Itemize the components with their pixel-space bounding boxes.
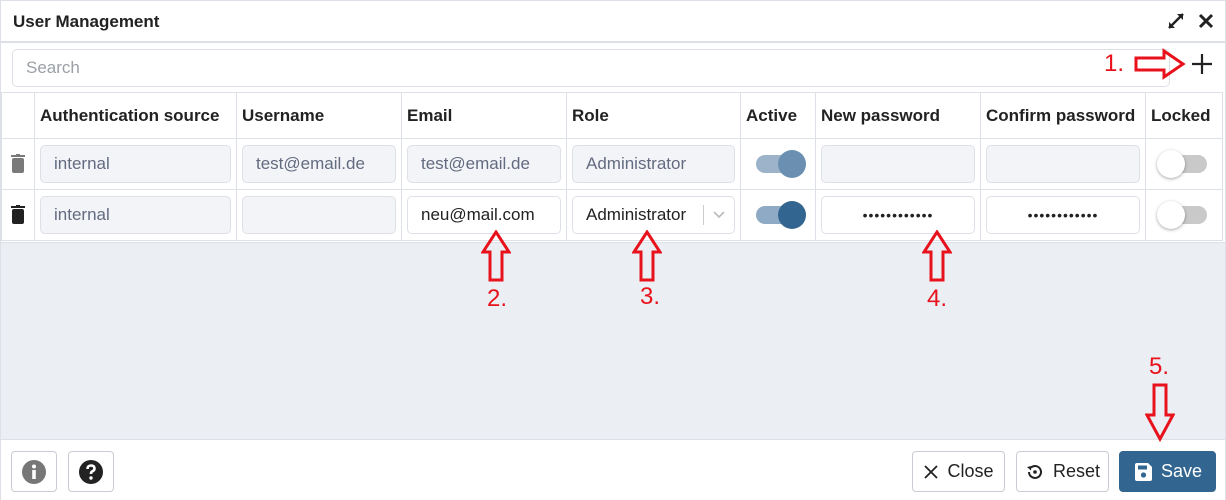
locked-cell <box>1145 138 1223 190</box>
annotation-step-5: 5. <box>1149 353 1170 380</box>
new-password-mask: •••••••••••• <box>862 207 934 223</box>
delete-cell <box>1 138 35 190</box>
locked-toggle[interactable] <box>1157 150 1207 178</box>
annotation-arrow-up-icon <box>481 230 511 282</box>
search-input[interactable] <box>13 50 1169 86</box>
confirm-password-field <box>986 145 1140 183</box>
auth-source-cell: internal <box>34 189 237 241</box>
column-header-delete <box>1 92 35 139</box>
active-cell <box>740 138 816 190</box>
new-password-cell: •••••••••••• <box>815 189 981 241</box>
help-button[interactable] <box>68 451 114 492</box>
annotation-step-1: 1. <box>1104 50 1125 77</box>
delete-cell <box>1 189 35 241</box>
role-field: Administrator <box>572 145 735 183</box>
toggle-knob <box>778 201 806 229</box>
column-header-confirm-password[interactable]: Confirm password <box>980 92 1146 139</box>
column-header-new-password[interactable]: New password <box>815 92 981 139</box>
close-button[interactable]: Close <box>912 451 1005 492</box>
info-button[interactable] <box>11 451 57 492</box>
auth-source-cell: internal <box>34 138 237 190</box>
close-x-icon <box>924 464 939 479</box>
username-field: test@email.de <box>242 145 396 183</box>
annotation-step-3: 3. <box>640 283 661 310</box>
username-cell: test@email.de <box>236 138 402 190</box>
reset-icon <box>1026 464 1042 479</box>
search-field[interactable] <box>12 49 1170 87</box>
dialog-title: User Management <box>13 12 160 31</box>
new-password-cell <box>815 138 981 190</box>
table-row: internal test@email.de test@email.de Adm… <box>1 138 1223 190</box>
add-user-button[interactable] <box>1189 51 1215 77</box>
auth-source-field: internal <box>40 145 231 183</box>
role-cell: Administrator <box>566 138 741 190</box>
role-select-value: Administrator <box>586 205 687 224</box>
annotation-arrow-up-icon <box>922 230 952 282</box>
dialog-footer: Close Reset Save <box>1 439 1225 500</box>
dialog-titlebar: User Management <box>1 1 1225 43</box>
toggle-knob <box>1157 150 1185 178</box>
active-toggle[interactable] <box>756 201 806 229</box>
close-button-label: Close <box>947 461 994 481</box>
floppy-disk-icon <box>1134 462 1152 481</box>
annotation-step-2: 2. <box>487 285 508 312</box>
plus-icon <box>1192 54 1212 74</box>
users-table: Authentication source Username Email Rol… <box>1 92 1223 241</box>
question-circle-icon <box>79 459 103 484</box>
column-header-username[interactable]: Username <box>236 92 402 139</box>
reset-button[interactable]: Reset <box>1016 451 1109 492</box>
toggle-knob <box>1157 201 1185 229</box>
chevron-down-icon <box>713 211 725 219</box>
toggle-knob <box>778 150 806 178</box>
locked-toggle[interactable] <box>1157 201 1207 229</box>
column-header-email[interactable]: Email <box>401 92 567 139</box>
column-header-auth-source[interactable]: Authentication source <box>34 92 237 139</box>
confirm-password-mask: •••••••••••• <box>1027 207 1099 223</box>
annotation-arrow-down-icon <box>1145 383 1175 443</box>
user-management-dialog: User Management Authentication source Us… <box>0 0 1226 500</box>
email-cell: test@email.de <box>401 138 567 190</box>
annotation-arrow-right-icon <box>1134 48 1186 80</box>
new-password-input[interactable]: •••••••••••• <box>821 196 975 234</box>
confirm-password-cell: •••••••••••• <box>980 189 1146 241</box>
email-input[interactable]: neu@mail.com <box>407 196 561 234</box>
email-field: test@email.de <box>407 145 561 183</box>
active-toggle[interactable] <box>756 150 806 178</box>
auth-source-field: internal <box>40 196 231 234</box>
confirm-password-input[interactable]: •••••••••••• <box>986 196 1140 234</box>
column-header-active[interactable]: Active <box>740 92 816 139</box>
role-select-arrow[interactable] <box>701 205 734 225</box>
confirm-password-cell <box>980 138 1146 190</box>
trash-icon[interactable] <box>11 205 25 225</box>
trash-icon[interactable] <box>11 154 25 174</box>
locked-cell <box>1145 189 1223 241</box>
column-header-locked[interactable]: Locked <box>1145 92 1223 139</box>
new-password-field <box>821 145 975 183</box>
active-cell <box>740 189 816 241</box>
annotation-step-4: 4. <box>927 285 948 312</box>
close-x-icon[interactable] <box>1196 11 1216 31</box>
role-select[interactable]: Administrator <box>572 196 735 234</box>
annotation-arrow-up-icon <box>632 230 662 282</box>
username-field <box>242 196 396 234</box>
reset-button-label: Reset <box>1052 461 1101 481</box>
column-header-role[interactable]: Role <box>566 92 741 139</box>
expand-arrows-icon[interactable] <box>1166 11 1186 31</box>
table-empty-area <box>1 242 1225 439</box>
save-button[interactable]: Save <box>1119 451 1216 492</box>
info-circle-icon <box>22 459 46 484</box>
save-button-label: Save <box>1160 461 1203 481</box>
table-row: internal neu@mail.com Administrator ••••… <box>1 189 1223 241</box>
username-cell <box>236 189 402 241</box>
table-header-row: Authentication source Username Email Rol… <box>1 92 1223 139</box>
